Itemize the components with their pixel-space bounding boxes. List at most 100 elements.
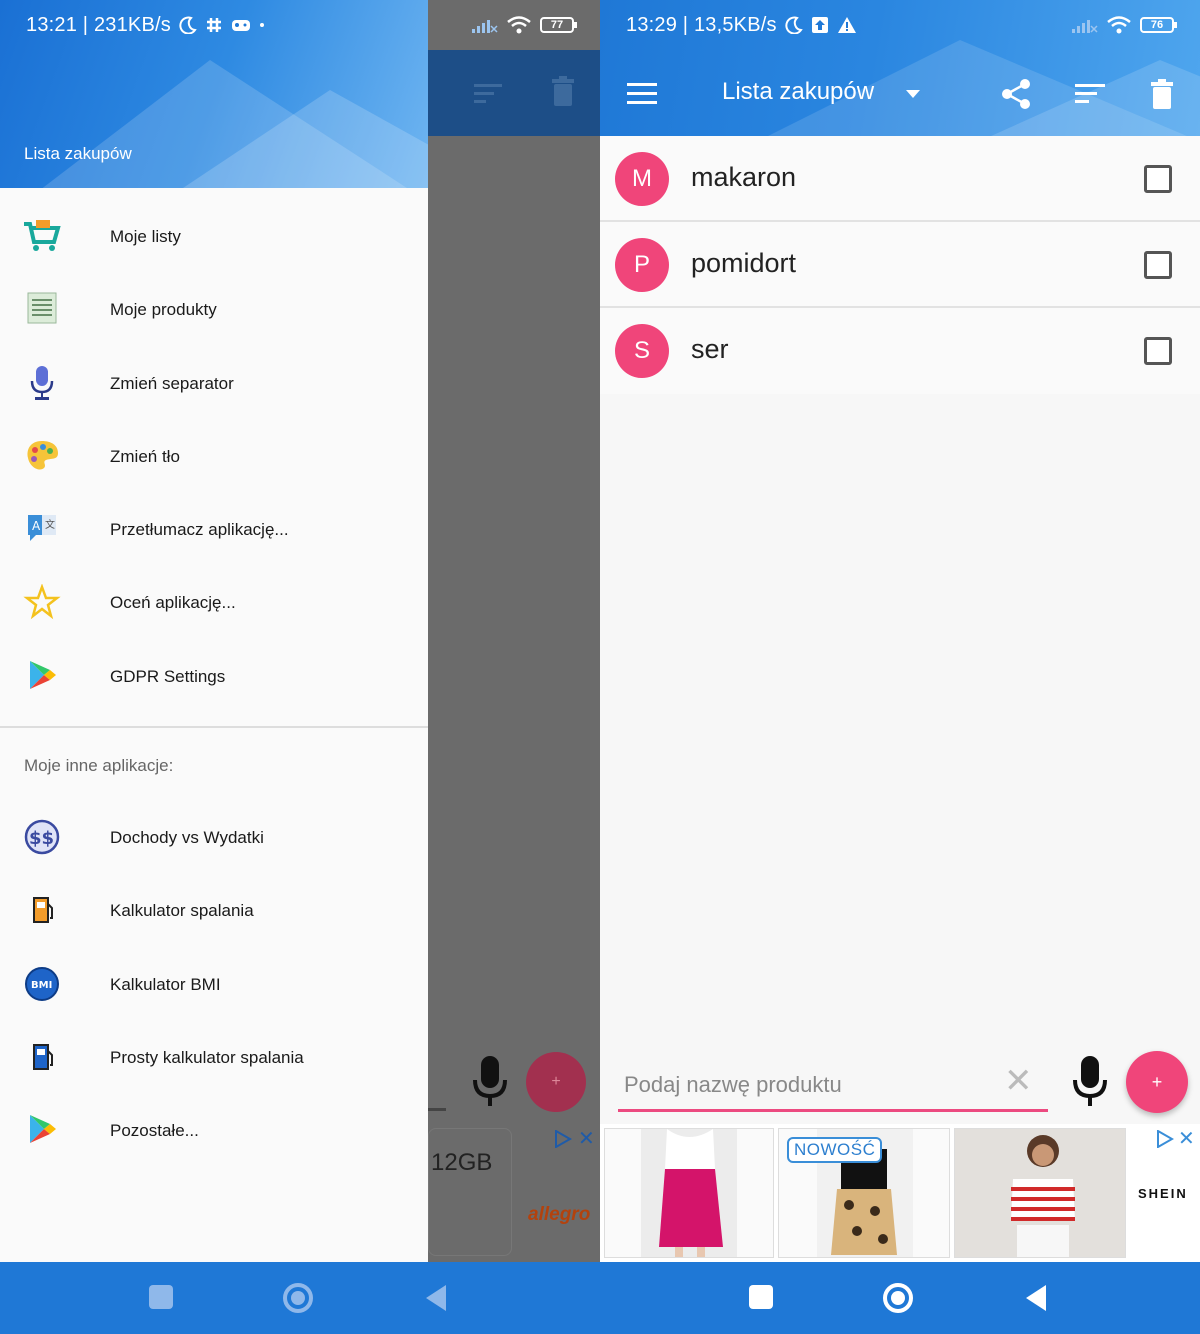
menu-item-label: Moje listy — [110, 227, 181, 246]
dimmed-input-underline — [428, 1108, 446, 1111]
ad-badge: NOWOŚĆ — [787, 1137, 883, 1163]
fuel-pump-dark-icon — [33, 1043, 53, 1070]
home-icon[interactable] — [282, 1282, 314, 1314]
ad-image-tshirt[interactable] — [954, 1128, 1126, 1258]
ad-choices-icon[interactable] — [1156, 1130, 1174, 1148]
star-icon — [23, 584, 61, 620]
clear-icon[interactable]: ✕ — [1004, 1064, 1033, 1098]
dimmed-mic-icon — [473, 1056, 507, 1106]
menu-item-change-background[interactable]: Zmień tło — [0, 420, 428, 493]
status-bar: 13:21 | 231KB/s 77 — [0, 0, 600, 50]
moon-icon — [785, 16, 803, 34]
warning-icon — [837, 17, 856, 33]
menu-item-label: Kalkulator BMI — [110, 974, 221, 994]
dollar-icon: $$ — [24, 819, 60, 855]
menu-item-translate[interactable]: A 文 Przetłumacz aplikację... — [0, 493, 428, 566]
battery-indicator: 77 — [540, 17, 577, 33]
bmi-icon: BMI — [25, 966, 59, 1001]
navigation-drawer: Lista zakupów Moje listy Moje produkty Z… — [0, 0, 428, 1262]
share-icon — [1002, 79, 1030, 109]
menu-item-income-vs-expenses[interactable]: $$ Dochody vs Wydatki — [0, 801, 428, 874]
battery-indicator: 76 — [1140, 17, 1177, 33]
menu-item-bmi-calculator[interactable]: BMI Kalkulator BMI — [0, 948, 428, 1021]
menu-item-others[interactable]: Pozostałe... — [0, 1094, 428, 1167]
dimmed-ad-banner: 12GB ✕ allegro — [428, 1124, 600, 1262]
avatar: S — [615, 324, 669, 378]
menu-item-simple-fuel-calculator[interactable]: Prosty kalkulator spalania — [0, 1021, 428, 1094]
hamburger-icon — [627, 83, 657, 104]
item-checkbox[interactable] — [1144, 337, 1172, 365]
ad-brand: SHEIN — [1138, 1186, 1188, 1201]
back-icon[interactable] — [424, 1284, 448, 1312]
dimmed-ad-play-icon — [555, 1130, 572, 1148]
sort-button[interactable] — [1066, 70, 1114, 118]
item-checkbox[interactable] — [1144, 251, 1172, 279]
system-navigation-bar — [0, 1262, 1200, 1334]
menu-item-label: Kalkulator spalania — [110, 901, 254, 921]
menu-item-label: Przetłumacz aplikację... — [110, 520, 289, 540]
add-product-bar: ✕ + — [600, 1048, 1200, 1120]
home-icon[interactable] — [882, 1282, 914, 1314]
chevron-down-icon[interactable] — [906, 90, 920, 98]
share-button[interactable] — [992, 70, 1040, 118]
other-apps-menu: $$ Dochody vs Wydatki Kalkulator spalani… — [0, 801, 428, 1167]
menu-item-rate-app[interactable]: Oceń aplikację... — [0, 566, 428, 639]
dimmed-ad-close-icon: ✕ — [578, 1128, 595, 1150]
list-item[interactable]: S ser — [600, 308, 1200, 394]
microphone-icon — [30, 365, 54, 400]
gamepad-icon — [231, 20, 250, 31]
list-item[interactable]: P pomidort — [600, 222, 1200, 308]
menu-item-gdpr-settings[interactable]: GDPR Settings — [0, 640, 428, 713]
fuel-pump-icon — [33, 897, 53, 924]
drawer-scrim[interactable]: + 12GB ✕ allegro — [428, 0, 600, 1262]
dimmed-ad-card: 12GB — [428, 1128, 512, 1256]
sort-icon — [1075, 84, 1105, 103]
ad-image-skirt[interactable] — [604, 1128, 774, 1258]
translate-icon: A 文 — [28, 515, 56, 542]
recents-icon[interactable] — [148, 1284, 174, 1310]
other-apps-header: Moje inne aplikacje: — [24, 756, 174, 775]
play-store-icon — [30, 1115, 56, 1144]
ad-banner[interactable]: NOWOŚĆ ✕ SHEIN — [600, 1124, 1200, 1262]
signal-icon — [472, 20, 498, 33]
item-name: ser — [691, 334, 729, 364]
item-name: pomidort — [691, 248, 797, 278]
menu-item-my-lists[interactable]: Moje listy — [0, 200, 428, 273]
menu-item-fuel-calculator[interactable]: Kalkulator spalania — [0, 874, 428, 947]
list-item[interactable]: M makaron — [600, 136, 1200, 222]
avatar: M — [615, 152, 669, 206]
recents-icon[interactable] — [748, 1284, 774, 1310]
delete-button[interactable] — [1138, 70, 1186, 118]
menu-item-label: Moje produkty — [110, 300, 217, 320]
ad-photo — [955, 1129, 1125, 1257]
moon-icon — [179, 16, 197, 34]
left-screen: + 12GB ✕ allegro Lista zakupów Moje list… — [0, 0, 600, 1262]
drawer-title: Lista zakupów — [24, 144, 132, 163]
back-icon[interactable] — [1024, 1284, 1048, 1312]
ad-image-pants[interactable]: NOWOŚĆ — [778, 1128, 950, 1258]
item-name: makaron — [691, 162, 797, 192]
menu-button[interactable] — [618, 70, 666, 118]
palette-icon — [27, 440, 58, 470]
svg-text:$$: $$ — [29, 828, 54, 849]
drawer-menu: Moje listy Moje produkty Zmień separator — [0, 200, 428, 713]
add-button[interactable]: + — [1126, 1051, 1188, 1113]
menu-item-my-products[interactable]: Moje produkty — [0, 273, 428, 346]
avatar: P — [615, 238, 669, 292]
sort-icon — [474, 84, 502, 103]
svg-text:文: 文 — [45, 518, 55, 531]
item-checkbox[interactable] — [1144, 165, 1172, 193]
play-store-icon — [30, 660, 56, 689]
menu-item-label: Pozostałe... — [110, 1121, 199, 1141]
menu-item-change-separator[interactable]: Zmień separator — [0, 347, 428, 420]
delete-icon — [1151, 79, 1173, 109]
ad-close-icon[interactable]: ✕ — [1178, 1126, 1195, 1151]
wifi-icon — [507, 16, 531, 34]
product-name-input[interactable] — [618, 1060, 1048, 1112]
list-icon — [27, 292, 57, 324]
mic-icon[interactable] — [1068, 1056, 1112, 1108]
menu-item-label: Dochody vs Wydatki — [110, 828, 264, 847]
upload-icon — [811, 17, 828, 33]
dimmed-add-button: + — [526, 1052, 586, 1112]
list-title[interactable]: Lista zakupów — [722, 78, 874, 106]
